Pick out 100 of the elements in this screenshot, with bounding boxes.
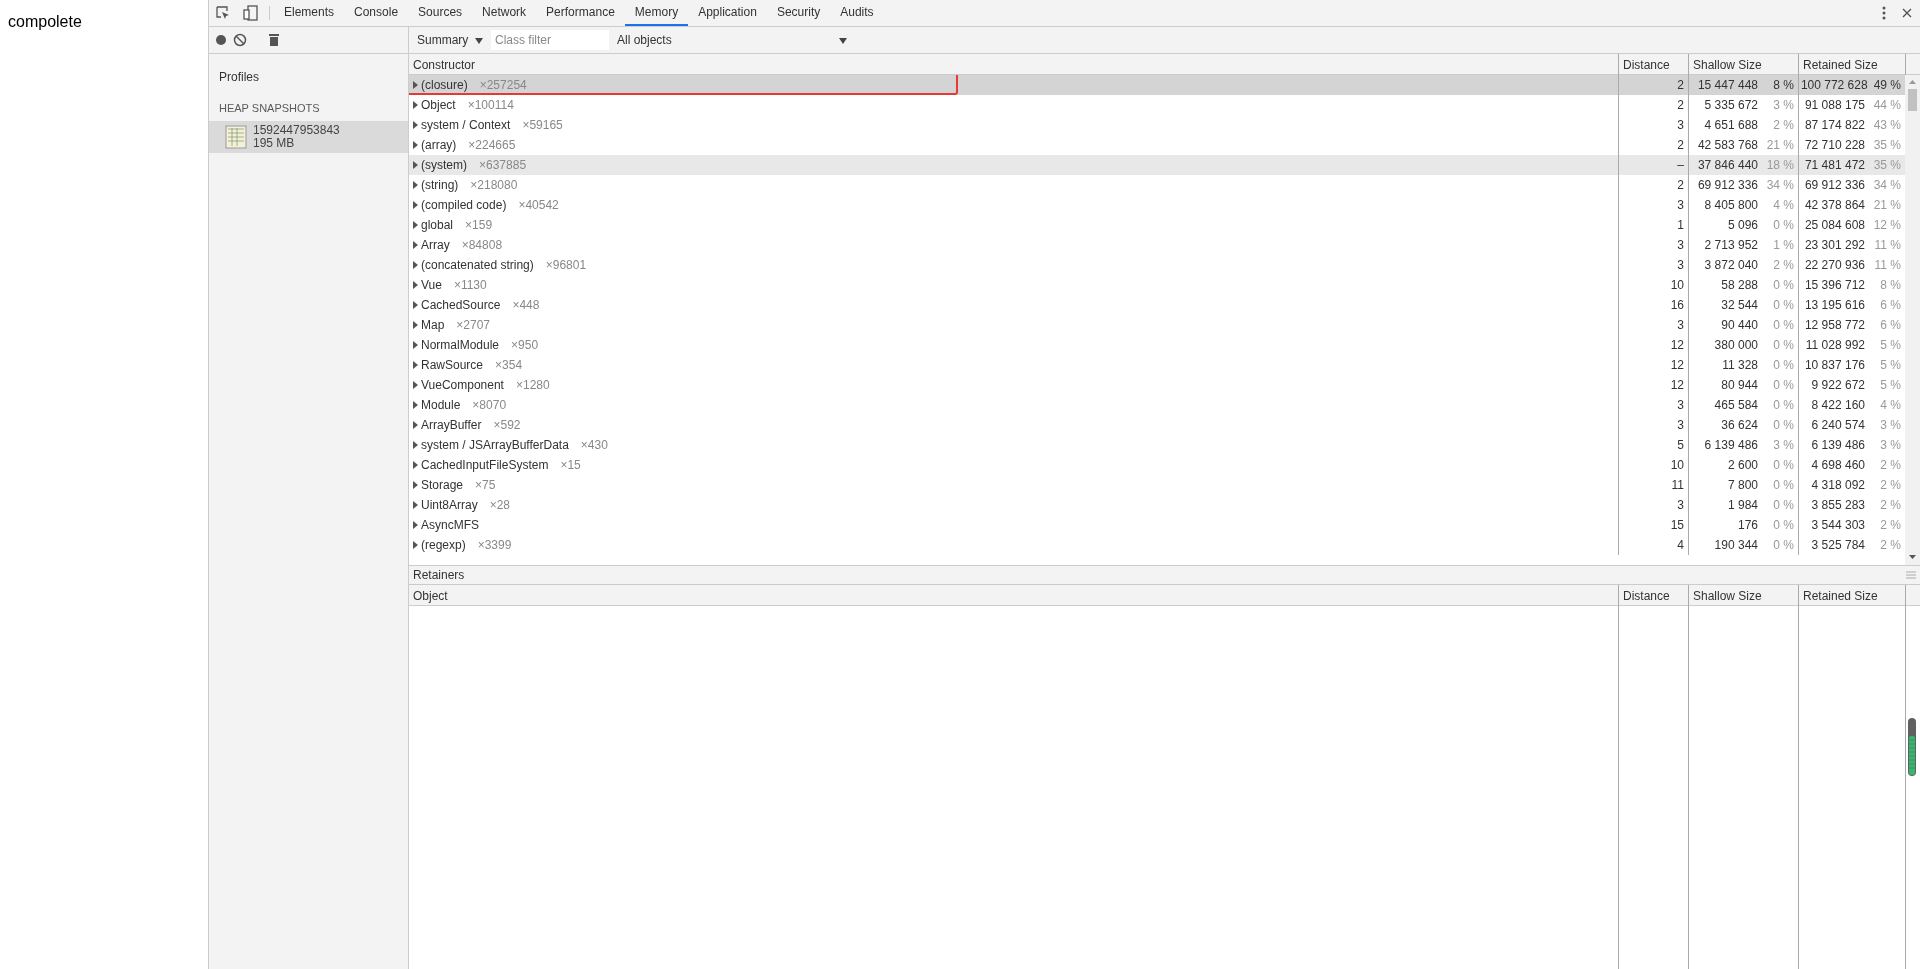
table-row-name[interactable]: (concatenated string) ×96801: [409, 255, 1618, 275]
panel-tab[interactable]: Security: [766, 0, 831, 26]
table-cell-text: 0 %: [1772, 277, 1794, 294]
table-cell-text: 2 %: [1772, 117, 1794, 134]
table-row-name[interactable]: global ×159: [409, 215, 1618, 235]
table-cell-text: 0 %: [1772, 477, 1794, 494]
table-cell-text: 6 139 486: [1811, 437, 1865, 454]
table-cell-text: 5 096: [1727, 217, 1758, 234]
table-row-name[interactable]: (string) ×218080: [409, 175, 1618, 195]
column-header[interactable]: Shallow Size: [1688, 585, 1798, 607]
table-row-name[interactable]: AsyncMFS: [409, 515, 1618, 535]
column-header[interactable]: Object: [409, 585, 1618, 607]
table-cell-text: 35 %: [1872, 157, 1901, 174]
column-header[interactable]: Distance: [1618, 585, 1688, 607]
table-cell: 3: [1618, 235, 1688, 255]
table-row-name[interactable]: Storage ×75: [409, 475, 1618, 495]
panel-tab[interactable]: Application: [688, 0, 767, 26]
table-cell-text: 11 328: [1722, 357, 1758, 374]
table-row-name[interactable]: (array) ×224665: [409, 135, 1618, 155]
table-cell-text: 3 %: [1772, 97, 1794, 114]
table-cell-text: 11 %: [1873, 237, 1901, 254]
column-header[interactable]: Retained Size: [1798, 585, 1905, 607]
table-cell-text: 0 %: [1772, 317, 1794, 334]
table-row-name[interactable]: NormalModule ×950: [409, 335, 1618, 355]
table-cell-text: 23 301 292: [1804, 237, 1865, 254]
table-row-name[interactable]: CachedInputFileSystem ×15: [409, 455, 1618, 475]
table-cell-text: 36 624: [1721, 417, 1758, 434]
panel-tab[interactable]: Elements: [274, 0, 345, 26]
page-text: compolete: [8, 13, 82, 30]
table-cell-text: 5 %: [1879, 357, 1901, 374]
table-cell-text: 0 %: [1772, 457, 1794, 474]
table-row-name[interactable]: (compiled code) ×40542: [409, 195, 1618, 215]
table-cell: 2: [1618, 75, 1688, 95]
table-cell-text: 37 846 440: [1697, 157, 1758, 174]
table-cell-text: 3 %: [1772, 437, 1794, 454]
table-cell: 16: [1618, 295, 1688, 315]
table-row-name[interactable]: Object ×100114: [409, 95, 1618, 115]
table-row-name[interactable]: (regexp) ×3399: [409, 535, 1618, 555]
table-row-name[interactable]: CachedSource ×448: [409, 295, 1618, 315]
table-cell-text: 5 %: [1879, 377, 1901, 394]
table-cell-text: 72 710 228: [1804, 137, 1865, 154]
table-cell: 12: [1618, 355, 1688, 375]
table-cell-text: 18 %: [1765, 157, 1794, 174]
filter-field[interactable]: Class filter: [491, 30, 609, 50]
table-cell-text: 0 %: [1772, 357, 1794, 374]
table-row-name[interactable]: RawSource ×354: [409, 355, 1618, 375]
column-header[interactable]: Constructor: [409, 54, 1618, 76]
table-cell-text: 71 481 472: [1804, 157, 1865, 174]
table-row-name[interactable]: ArrayBuffer ×592: [409, 415, 1618, 435]
scope-dropdown[interactable]: All objects: [613, 29, 851, 51]
table-cell: 3: [1618, 315, 1688, 335]
table-cell: 12: [1618, 375, 1688, 395]
table-cell-text: 9 922 672: [1811, 377, 1865, 394]
table-cell: 10: [1618, 275, 1688, 295]
view-dropdown[interactable]: Summary: [413, 29, 487, 51]
table-cell-text: 0 %: [1772, 537, 1794, 554]
table-cell-text: 4 651 688: [1704, 117, 1758, 134]
snapshot-item[interactable]: 1592447953843 195 MB: [209, 120, 408, 153]
table-row-name[interactable]: (closure) ×257254: [409, 75, 1618, 95]
panel-tab[interactable]: Sources: [408, 0, 473, 26]
panel-tab[interactable]: Network: [472, 0, 537, 26]
table-cell-text: 49 %: [1873, 77, 1901, 94]
table-cell: 2: [1618, 95, 1688, 115]
table-row-name[interactable]: Module ×8070: [409, 395, 1618, 415]
table-cell-text: 7 800: [1727, 477, 1758, 494]
table-row-name[interactable]: Vue ×1130: [409, 275, 1618, 295]
panel-tab[interactable]: Audits: [830, 0, 884, 26]
table-cell-text: 2 %: [1772, 257, 1794, 274]
table-cell-text: 15 396 712: [1804, 277, 1865, 294]
table-cell-text: 2 600: [1727, 457, 1758, 474]
table-row-name[interactable]: Uint8Array ×28: [409, 495, 1618, 515]
table-cell-text: 3 855 283: [1811, 497, 1865, 514]
table-cell-text: 0 %: [1772, 417, 1794, 434]
table-row-name[interactable]: (system) ×637885: [409, 155, 1618, 175]
panel-tab[interactable]: Console: [344, 0, 409, 26]
table-cell: 3: [1618, 495, 1688, 515]
table-cell-text: 0 %: [1772, 337, 1794, 354]
table-cell: 10: [1618, 455, 1688, 475]
table-cell-text: 2 713 952: [1704, 237, 1758, 254]
table-cell-text: 4 %: [1879, 397, 1901, 414]
table-cell-text: 32 544: [1721, 297, 1758, 314]
table-cell: 15: [1618, 515, 1688, 535]
table-cell-text: 34 %: [1765, 177, 1794, 194]
table-cell-text: 465 584: [1714, 397, 1758, 414]
table-cell-text: 15 447 448: [1697, 77, 1758, 94]
table-row-name[interactable]: VueComponent ×1280: [409, 375, 1618, 395]
table-row-name[interactable]: Map ×2707: [409, 315, 1618, 335]
table-cell-text: 42 378 864: [1804, 197, 1865, 214]
table-cell-text: 8 %: [1772, 77, 1794, 94]
table-cell-text: 21 %: [1765, 137, 1794, 154]
table-cell-text: 12 958 772: [1804, 317, 1865, 334]
table-row-name[interactable]: system / Context ×59165: [409, 115, 1618, 135]
table-row-name[interactable]: Array ×84808: [409, 235, 1618, 255]
table-cell-text: 11 028 992: [1805, 337, 1865, 354]
table-cell-text: 58 288: [1721, 277, 1758, 294]
panel-tab[interactable]: Performance: [536, 0, 625, 26]
table-cell-text: 0 %: [1772, 497, 1794, 514]
table-cell-text: 2 %: [1879, 497, 1901, 514]
table-cell-text: 2 %: [1879, 477, 1901, 494]
table-row-name[interactable]: system / JSArrayBufferData ×430: [409, 435, 1618, 455]
